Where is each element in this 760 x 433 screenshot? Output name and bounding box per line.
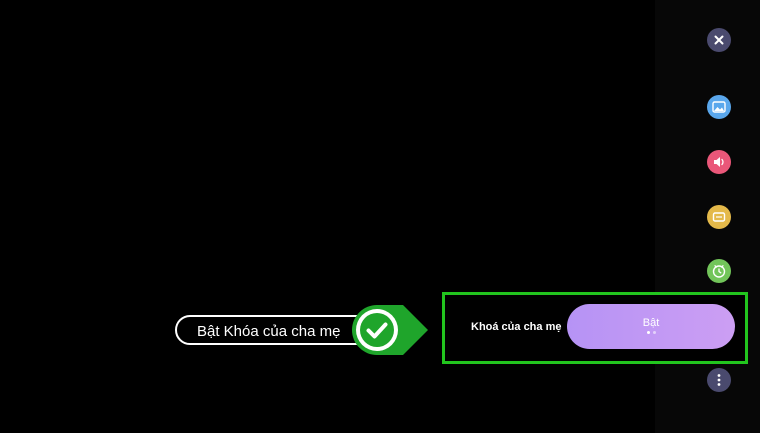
sound-settings-button[interactable]	[707, 150, 731, 174]
picture-settings-button[interactable]	[707, 95, 731, 119]
option-pager-dots	[567, 331, 735, 334]
check-badge-icon	[352, 305, 428, 355]
close-button[interactable]	[707, 28, 731, 52]
parental-lock-setting-row: Khoá của cha mẹ Bật	[442, 292, 748, 364]
picture-icon	[712, 101, 726, 113]
close-icon	[714, 35, 724, 45]
screen-settings-button[interactable]	[707, 205, 731, 229]
setting-label: Khoá của cha mẹ	[471, 321, 562, 333]
more-icon	[717, 374, 721, 386]
more-button[interactable]	[707, 368, 731, 392]
tv-screen: Khoá của cha mẹ Bật Bật Khóa của cha mẹ	[0, 0, 760, 433]
sound-icon	[714, 157, 724, 167]
instruction-callout: Bật Khóa của cha mẹ	[175, 315, 375, 345]
screen-icon	[712, 212, 726, 222]
pager-dot	[652, 331, 656, 334]
toggle-value: Bật	[642, 317, 660, 329]
timer-icon	[712, 265, 726, 278]
parental-lock-toggle[interactable]: Bật	[567, 304, 735, 349]
callout-text: Bật Khóa của cha mẹ	[197, 323, 341, 340]
pager-dot-active	[646, 331, 650, 334]
timer-settings-button[interactable]	[707, 259, 731, 283]
